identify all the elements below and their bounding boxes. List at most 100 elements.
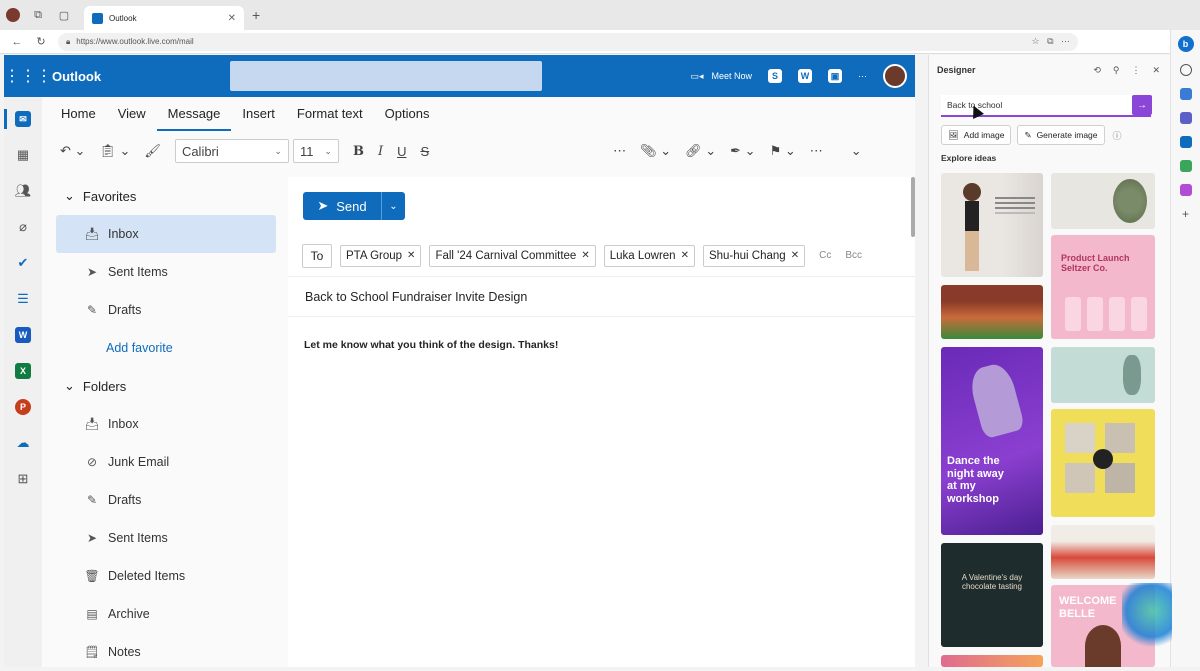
design-tile-yellow[interactable] (1051, 409, 1155, 517)
back-icon[interactable]: ← (10, 36, 24, 48)
submit-arrow-icon[interactable]: → (1132, 95, 1152, 115)
tab-insert[interactable]: Insert (231, 97, 286, 131)
message-body[interactable]: Let me know what you think of the design… (288, 317, 915, 351)
attachment-icon[interactable]: ⌀ (15, 219, 31, 235)
recipient-chip[interactable]: Shu-hui Chang ✕ (702, 244, 806, 267)
favorite-inbox[interactable]: 📥︎ Inbox (56, 215, 276, 253)
send-options-button[interactable]: ⌄ (381, 192, 405, 220)
tab-options[interactable]: Options (374, 97, 441, 131)
folder-junk-email[interactable]: ⊘ Junk Email (42, 443, 288, 481)
people-icon[interactable]: 👥︎ (15, 183, 32, 199)
refresh-icon[interactable]: ⟲ (1093, 65, 1101, 76)
add-icon[interactable]: + (1180, 208, 1192, 220)
profile-icon[interactable] (6, 8, 20, 22)
designer-sidebar-icon[interactable] (1179, 184, 1192, 196)
pin-icon[interactable]: ⚲ (1113, 65, 1120, 76)
bold-icon[interactable]: B (353, 144, 364, 159)
design-tile-dance[interactable]: Dance the night away at my workshop (941, 347, 1043, 535)
favorites-header[interactable]: ⌄ Favorites (42, 177, 288, 215)
workspaces-icon[interactable]: ⧉ (30, 7, 46, 23)
signature-icon[interactable]: ✒ ⌄ (730, 143, 755, 159)
bcc-button[interactable]: Bcc (845, 250, 862, 261)
design-tile-product[interactable]: Product Launch Seltzer Co. (1051, 235, 1155, 339)
scrollbar[interactable] (911, 177, 915, 237)
close-tab-icon[interactable]: ✕ (228, 13, 236, 24)
more-apps-icon[interactable]: ⊞ (15, 471, 31, 487)
more-options-icon[interactable]: ⋮ (1131, 65, 1140, 76)
refresh-icon[interactable]: ↻ (34, 35, 48, 48)
url-field[interactable]: 🔒︎ https://www.outlook.live.com/mail ☆ ⧉… (58, 32, 1078, 51)
tools-icon[interactable] (1179, 112, 1192, 124)
close-icon[interactable]: ✕ (1152, 65, 1160, 76)
cc-button[interactable]: Cc (819, 250, 831, 261)
design-tile-partial[interactable] (941, 655, 1043, 667)
attach-icon[interactable]: 📎︎ ⌄ (640, 143, 671, 159)
search-icon[interactable] (1179, 64, 1192, 76)
more-formatting-icon[interactable]: ⋯ (613, 143, 626, 159)
design-tile-valentine[interactable]: A Valentine's day chocolate tasting (941, 543, 1043, 647)
onedrive-icon[interactable]: ☁ (15, 435, 31, 451)
shopping-icon[interactable] (1179, 88, 1192, 100)
paste-icon[interactable]: 📋︎ ⌄ (99, 143, 130, 159)
tab-view[interactable]: View (107, 97, 157, 131)
more-options-icon[interactable]: ⋯ (858, 71, 867, 82)
tab-home[interactable]: Home (50, 97, 107, 131)
tasks-icon[interactable]: ☰ (15, 291, 31, 307)
app-launcher-icon[interactable]: ⋮⋮⋮ (4, 66, 52, 86)
more-actions-icon[interactable]: ⋯ (810, 143, 823, 159)
design-tile-fruit[interactable] (941, 285, 1043, 339)
folders-header[interactable]: ⌄ Folders (42, 367, 288, 405)
recipient-chip[interactable]: Fall '24 Carnival Committee ✕ (429, 244, 596, 267)
new-tab-button[interactable]: + (252, 7, 260, 23)
italic-icon[interactable]: I (378, 144, 383, 159)
remove-icon[interactable]: ✕ (581, 250, 589, 261)
folder-archive[interactable]: ▤ Archive (42, 595, 288, 633)
tab-actions-icon[interactable]: ▢ (56, 7, 72, 23)
remove-icon[interactable]: ✕ (681, 250, 689, 261)
folder-drafts[interactable]: ✎ Drafts (42, 481, 288, 519)
recipient-chip[interactable]: PTA Group ✕ (340, 244, 422, 267)
design-tile-mint[interactable] (1051, 347, 1155, 403)
design-tile-flowers[interactable] (1051, 525, 1155, 579)
word-icon[interactable]: W (15, 327, 31, 343)
underline-icon[interactable]: U (397, 144, 406, 159)
to-button[interactable]: To (302, 243, 332, 268)
format-painter-icon[interactable]: 🖌︎ (144, 143, 161, 159)
remove-icon[interactable]: ✕ (791, 250, 799, 261)
add-image-button[interactable]: 🖼︎ Add image (941, 125, 1012, 145)
my-day-icon[interactable]: ▣ (828, 69, 842, 83)
design-tile-plants[interactable] (1051, 173, 1155, 229)
tab-format-text[interactable]: Format text (286, 97, 374, 131)
games-icon[interactable] (1179, 160, 1192, 172)
calendar-icon[interactable]: ▦ (15, 147, 31, 163)
undo-icon[interactable]: ↶ ⌄ (60, 143, 85, 159)
subject-field[interactable]: Back to School Fundraiser Invite Design (288, 277, 915, 317)
todo-icon[interactable]: ✔ (15, 255, 31, 271)
mail-icon[interactable]: ✉ (15, 111, 31, 127)
favorites-star-icon[interactable]: ☆ ⧉ ⋯ (1032, 36, 1071, 47)
generate-image-button[interactable]: ✎ Generate image (1017, 125, 1105, 145)
expand-ribbon-icon[interactable]: ⌄ (851, 143, 862, 159)
remove-icon[interactable]: ✕ (407, 250, 415, 261)
browser-tab-outlook[interactable]: Outlook ✕ (84, 6, 244, 30)
teams-icon[interactable]: W (798, 69, 812, 83)
folder-sent-items[interactable]: ➤ Sent Items (42, 519, 288, 557)
search-input[interactable] (230, 61, 542, 91)
recipient-chip[interactable]: Luka Lowren ✕ (603, 244, 695, 267)
font-size-select[interactable]: 11 ⌄ (292, 139, 339, 163)
link-icon[interactable]: 🔗︎ ⌄ (685, 143, 716, 159)
excel-icon[interactable]: X (15, 363, 31, 379)
flag-icon[interactable]: ⚑ ⌄ (770, 143, 796, 159)
font-family-select[interactable]: Calibri ⌄ (174, 139, 289, 163)
folder-deleted-items[interactable]: 🗑︎ Deleted Items (42, 557, 288, 595)
add-favorite-link[interactable]: Add favorite (42, 329, 288, 367)
send-button[interactable]: ➤ Send (303, 192, 381, 220)
account-avatar[interactable] (883, 64, 907, 88)
tab-message[interactable]: Message (156, 97, 232, 131)
folder-notes[interactable]: 🗒︎ Notes (42, 633, 288, 671)
meet-now-button[interactable]: ▭◂ Meet Now (690, 71, 752, 82)
folder-inbox[interactable]: 📥︎ Inbox (42, 405, 288, 443)
design-tile-woman[interactable] (941, 173, 1043, 277)
favorite-sent-items[interactable]: ➤ Sent Items (42, 253, 288, 291)
info-icon[interactable]: ⓘ (1113, 129, 1122, 142)
